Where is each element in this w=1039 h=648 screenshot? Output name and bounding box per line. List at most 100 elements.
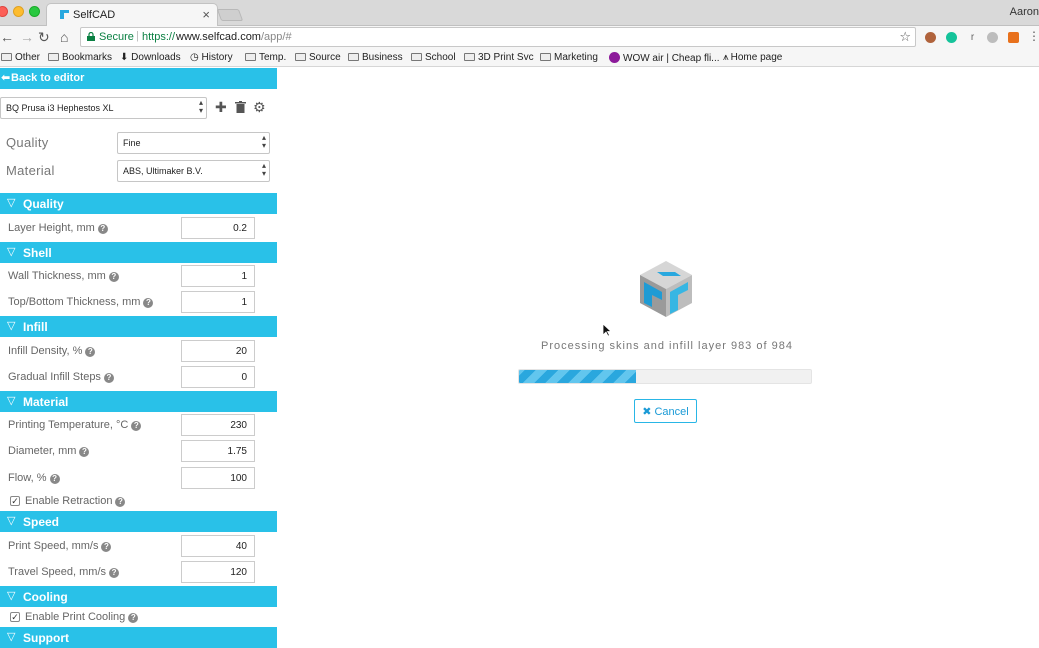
browser-tab-selfcad[interactable]: SelfCAD × xyxy=(46,3,218,26)
printing-temperature-label: Printing Temperature, °C? xyxy=(8,419,142,431)
quality-select[interactable]: Fine ▴ ▾ xyxy=(117,132,270,154)
help-icon[interactable]: ? xyxy=(143,298,154,308)
gradual-infill-steps-label: Gradual Infill Steps? xyxy=(8,371,114,383)
material-value: ABS, Ultimaker B.V. xyxy=(123,166,203,176)
bookmark-history[interactable]: ◷ History xyxy=(190,52,233,63)
help-icon[interactable]: ? xyxy=(101,542,112,552)
help-icon[interactable]: ? xyxy=(49,474,60,484)
section-speed-header[interactable]: ▽ Speed xyxy=(0,511,277,532)
collapse-triangle-icon: ▽ xyxy=(7,631,16,643)
address-bar[interactable]: Secure | https:// www.selfcad.com/app/# … xyxy=(80,27,916,47)
forward-arrow-icon[interactable]: → xyxy=(20,29,34,45)
tab-title: SelfCAD xyxy=(73,9,116,21)
help-icon[interactable]: ? xyxy=(97,224,108,234)
back-to-editor-button[interactable]: ⬅ Back to editor xyxy=(0,68,277,89)
bookmark-marketing[interactable]: Marketing xyxy=(540,52,598,63)
profile-name[interactable]: Aaron xyxy=(1010,6,1039,18)
folder-icon xyxy=(1,53,12,61)
new-tab-button[interactable] xyxy=(216,9,244,21)
grammarly-icon[interactable] xyxy=(946,32,957,43)
secure-label: Secure xyxy=(99,31,134,43)
print-speed-input[interactable]: 40 xyxy=(181,535,255,557)
zoom-window-button[interactable] xyxy=(29,6,40,17)
travel-speed-input[interactable]: 120 xyxy=(181,561,255,583)
folder-icon xyxy=(48,53,59,61)
section-quality-header[interactable]: ▽ Quality xyxy=(0,193,277,214)
bookmark-home-page[interactable]: ⩚ Home page xyxy=(723,52,782,63)
folder-icon xyxy=(348,53,359,61)
section-shell-header[interactable]: ▽ Shell xyxy=(0,242,277,263)
wall-thickness-input[interactable]: 1 xyxy=(181,265,255,287)
help-icon[interactable]: ? xyxy=(115,497,126,507)
close-window-button[interactable] xyxy=(0,6,8,17)
collapse-triangle-icon: ▽ xyxy=(7,395,16,407)
section-support-header[interactable]: ▽ Support xyxy=(0,627,277,648)
processing-status-text: Processing skins and infill layer 983 of… xyxy=(541,340,793,352)
enable-retraction-checkbox[interactable]: ✓ xyxy=(10,496,20,506)
section-infill-header[interactable]: ▽ Infill xyxy=(0,316,277,337)
collapse-triangle-icon: ▽ xyxy=(7,320,16,332)
infill-density-input[interactable]: 20 xyxy=(181,340,255,362)
bookmark-business[interactable]: Business xyxy=(348,52,403,63)
extension-avatar-icon[interactable] xyxy=(925,32,936,43)
minimize-window-button[interactable] xyxy=(13,6,24,17)
bookmark-3d-print-svc[interactable]: 3D Print Svc xyxy=(464,52,534,63)
select-caret-icon: ▴ ▾ xyxy=(261,133,266,150)
home-icon[interactable]: ⌂ xyxy=(60,29,68,45)
material-label: Material xyxy=(6,163,55,178)
selfcad-cube-logo-icon xyxy=(640,261,692,317)
help-icon[interactable]: ? xyxy=(109,568,120,578)
quality-label: Quality xyxy=(6,135,49,150)
menu-kebab-icon[interactable]: ⋮ xyxy=(1028,29,1039,43)
bookmark-other[interactable]: Other xyxy=(1,52,40,63)
printer-settings-gear-icon[interactable]: ⚙ xyxy=(253,99,266,116)
bookmark-star-icon[interactable]: ☆ xyxy=(899,29,911,45)
enable-retraction-label: Enable Retraction? xyxy=(25,495,126,507)
top-bottom-thickness-label: Top/Bottom Thickness, mm? xyxy=(8,296,154,308)
extension-orange-icon[interactable] xyxy=(1008,32,1019,43)
lock-icon xyxy=(87,32,95,41)
help-icon[interactable]: ? xyxy=(103,373,114,383)
diameter-input[interactable]: 1.75 xyxy=(181,440,255,462)
section-cooling-header[interactable]: ▽ Cooling xyxy=(0,586,277,607)
top-bottom-thickness-input[interactable]: 1 xyxy=(181,291,255,313)
flow-input[interactable]: 100 xyxy=(181,467,255,489)
cancel-x-icon: ✖ xyxy=(642,406,652,418)
collapse-triangle-icon: ▽ xyxy=(7,246,16,258)
bookmark-bookmarks[interactable]: Bookmarks xyxy=(48,52,112,63)
bookmark-wow-air[interactable]: WOW air | Cheap fli... xyxy=(609,52,720,64)
home-page-icon: ⩚ xyxy=(723,52,729,63)
help-icon[interactable]: ? xyxy=(128,613,139,623)
bookmark-temp[interactable]: Temp. xyxy=(245,52,286,63)
cancel-button[interactable]: ✖ Cancel xyxy=(634,399,697,423)
help-icon[interactable]: ? xyxy=(108,272,119,282)
printing-temperature-input[interactable]: 230 xyxy=(181,414,255,436)
add-printer-icon[interactable]: ✚ xyxy=(215,99,227,116)
help-icon[interactable]: ? xyxy=(85,347,96,357)
back-arrow-icon[interactable]: ← xyxy=(0,29,14,45)
material-select[interactable]: ABS, Ultimaker B.V. ▴ ▾ xyxy=(117,160,270,182)
wow-air-icon xyxy=(609,52,620,63)
reload-icon[interactable]: ↻ xyxy=(38,29,50,46)
folder-icon xyxy=(295,53,306,61)
printer-select[interactable]: BQ Prusa i3 Hephestos XL ▴ ▾ xyxy=(0,97,207,119)
collapse-triangle-icon: ▽ xyxy=(7,515,16,527)
help-icon[interactable]: ? xyxy=(79,447,90,457)
slicing-progress-panel: Processing skins and infill layer 983 of… xyxy=(277,68,1039,648)
layer-height-input[interactable]: 0.2 xyxy=(181,217,255,239)
drive-icon[interactable] xyxy=(987,32,998,43)
enable-print-cooling-checkbox[interactable]: ✓ xyxy=(10,612,20,622)
extension-r-icon[interactable]: r xyxy=(967,32,978,43)
infill-density-label: Infill Density, %? xyxy=(8,345,96,357)
help-icon[interactable]: ? xyxy=(131,421,142,431)
mouse-cursor-icon xyxy=(602,323,612,337)
bookmark-source[interactable]: Source xyxy=(295,52,341,63)
gradual-infill-steps-input[interactable]: 0 xyxy=(181,366,255,388)
clock-icon: ◷ xyxy=(190,52,202,63)
delete-printer-icon[interactable] xyxy=(235,101,246,113)
quality-value: Fine xyxy=(123,138,141,148)
tab-close-icon[interactable]: × xyxy=(202,7,210,22)
bookmark-school[interactable]: School xyxy=(411,52,456,63)
section-material-header[interactable]: ▽ Material xyxy=(0,391,277,412)
bookmark-downloads[interactable]: ⬇ Downloads xyxy=(120,52,181,63)
